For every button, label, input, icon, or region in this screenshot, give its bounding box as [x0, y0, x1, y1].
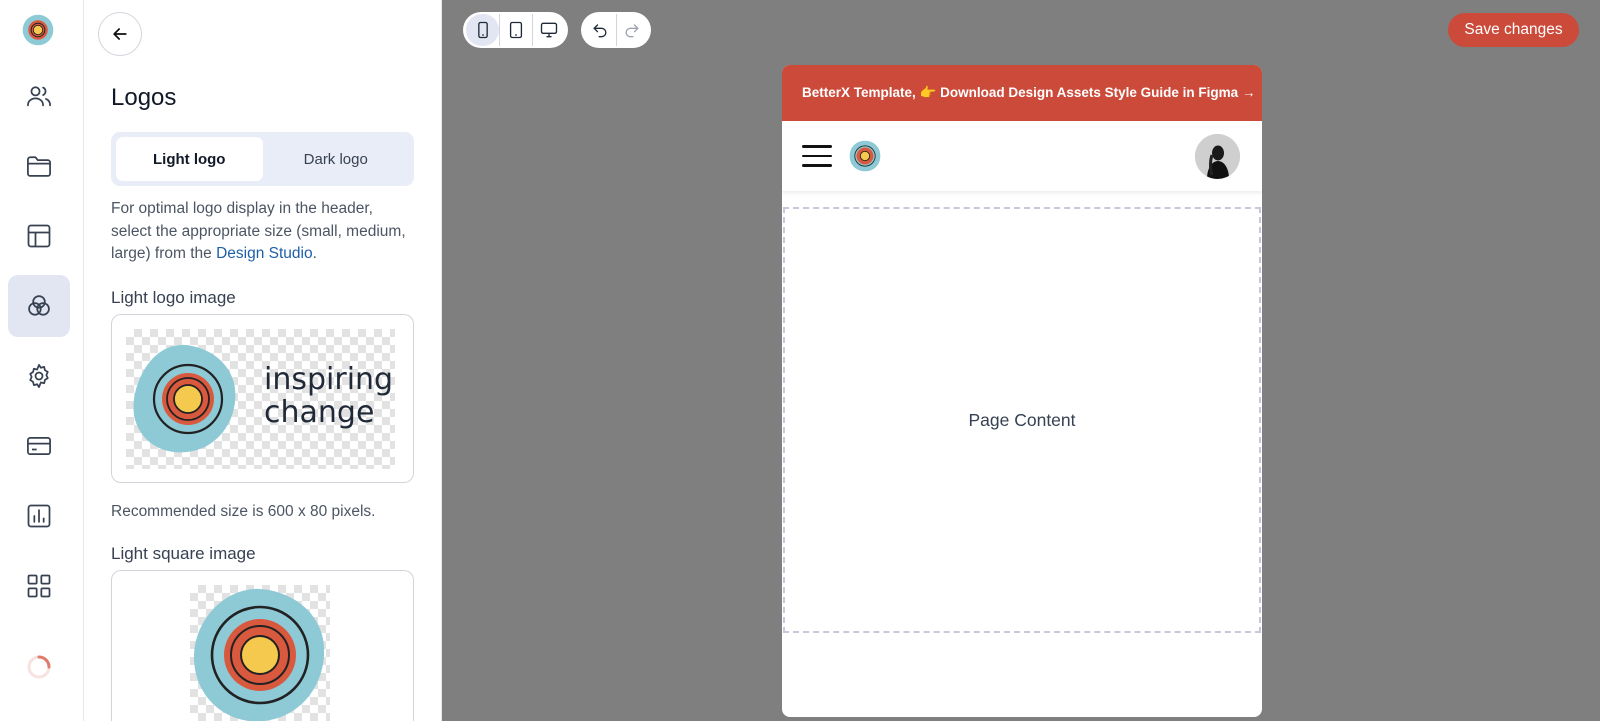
recommended-size-hint: Recommended size is 600 x 80 pixels. [111, 503, 376, 520]
help-text-end: . [312, 245, 317, 262]
layout-icon [27, 224, 51, 248]
light-logo-preview: inspiring change [126, 329, 395, 469]
light-square-preview [190, 585, 330, 721]
undo-icon [593, 24, 607, 38]
folder-icon [27, 156, 51, 177]
square-logo-mark [194, 588, 325, 721]
desktop-icon [540, 22, 558, 38]
mobile-icon [477, 21, 488, 39]
light-logo-upload[interactable]: inspiring change [111, 314, 414, 483]
rail-layout[interactable] [8, 205, 70, 267]
rail-analytics[interactable] [8, 485, 70, 547]
hamburger-menu-icon[interactable] [802, 145, 832, 167]
tab-dark-logo[interactable]: Dark logo [263, 137, 410, 181]
history-controls [581, 12, 651, 48]
help-text: For optimal logo display in the header, … [111, 198, 411, 266]
icon-rail [0, 0, 84, 721]
users-icon [27, 86, 51, 107]
person-photo-icon [1195, 134, 1240, 179]
announcement-bar[interactable]: BetterX Template, 👉 Download Design Asse… [782, 65, 1262, 121]
circles-icon [28, 295, 50, 316]
tablet-view-button[interactable] [499, 14, 532, 46]
tablet-icon [509, 21, 523, 39]
rail-design[interactable] [8, 275, 70, 337]
desktop-view-button[interactable] [532, 14, 565, 46]
light-square-upload[interactable] [111, 570, 414, 721]
brand-logo-icon[interactable] [21, 13, 55, 47]
page-content-placeholder: Page Content [783, 207, 1261, 633]
inspiring-change-logo-mark [133, 344, 236, 453]
panel-title: Logos [111, 84, 177, 111]
save-changes-button[interactable]: Save changes [1448, 13, 1579, 47]
back-button[interactable] [98, 12, 142, 56]
redo-icon [625, 24, 639, 38]
logo-mode-tabs: Light logo Dark logo [111, 132, 414, 186]
tab-light-logo[interactable]: Light logo [116, 137, 263, 181]
rail-folder[interactable] [8, 135, 70, 197]
logo-word-change: change [264, 395, 375, 430]
logo-word-inspiring: inspiring [264, 362, 394, 397]
redo-button[interactable] [615, 14, 648, 46]
logos-settings-panel: Logos Light logo Dark logo For optimal l… [84, 0, 442, 721]
grid-icon [27, 574, 51, 598]
mobile-preview-frame: BetterX Template, 👉 Download Design Asse… [782, 65, 1262, 717]
credit-card-icon [27, 436, 51, 456]
arrow-left-icon [113, 28, 127, 40]
rail-settings[interactable] [8, 345, 70, 407]
undo-button[interactable] [584, 14, 616, 46]
rail-billing[interactable] [8, 415, 70, 477]
gear-icon [29, 364, 49, 388]
loading-spinner-icon [27, 655, 51, 679]
bar-chart-icon [27, 504, 51, 528]
rail-apps[interactable] [8, 555, 70, 617]
rail-users[interactable] [8, 65, 70, 127]
light-logo-label: Light logo image [111, 288, 236, 307]
device-switcher [463, 12, 568, 48]
light-square-label: Light square image [111, 544, 256, 563]
user-avatar[interactable] [1195, 134, 1240, 179]
header-logo-icon[interactable] [848, 138, 882, 174]
design-studio-link[interactable]: Design Studio [216, 245, 313, 262]
mobile-view-button[interactable] [466, 14, 499, 46]
preview-header [782, 121, 1262, 191]
